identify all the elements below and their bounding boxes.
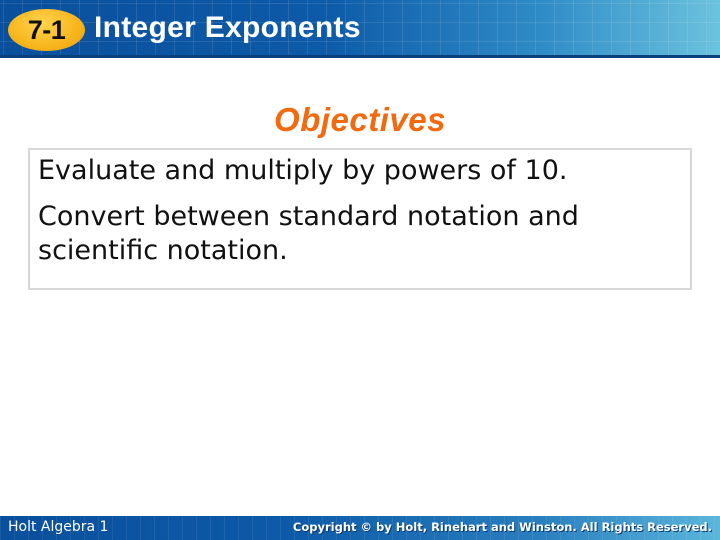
copyright-notice: Copyright © by Holt, Rinehart and Winsto… (292, 520, 712, 534)
lesson-title: Integer Exponents (94, 11, 361, 44)
lesson-number: 7-1 (27, 14, 66, 45)
header-divider (0, 55, 720, 58)
slide-footer: Holt Algebra 1 Copyright © by Holt, Rine… (0, 516, 720, 540)
objectives-heading: Objectives (274, 101, 446, 138)
objectives-box: Evaluate and multiply by powers of 10. C… (28, 148, 692, 290)
lesson-badge: 7-1 (8, 9, 85, 51)
objective-line: Evaluate and multiply by powers of 10. (38, 155, 568, 186)
objective-line: scientific notation. (38, 235, 288, 266)
course-name: Holt Algebra 1 (8, 519, 109, 535)
slide-header: 7-1 Integer Exponents (0, 0, 720, 58)
objective-line: Convert between standard notation and (38, 201, 579, 232)
